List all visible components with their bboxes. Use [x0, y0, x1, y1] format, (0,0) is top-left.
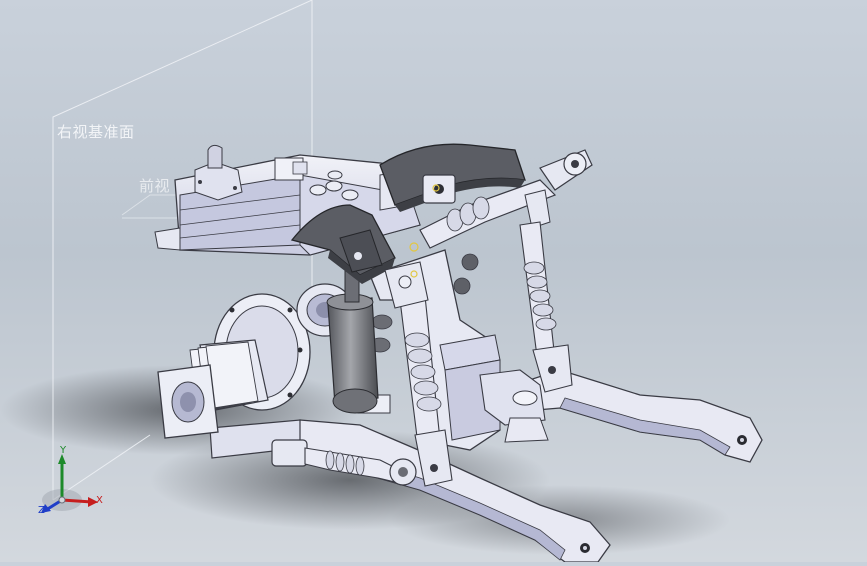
model-scene[interactable]	[0, 0, 867, 563]
axis-x-label: X	[96, 495, 103, 506]
right-lift-rod[interactable]	[519, 221, 573, 393]
axis-z-label: Z	[38, 505, 45, 516]
front-plane-label[interactable]: 前视	[139, 175, 170, 196]
axis-y-label: Y	[60, 445, 67, 456]
center-frame[interactable]	[357, 249, 549, 451]
3d-viewport[interactable]: 右视基准面 前视 Y X Z	[0, 0, 867, 563]
right-plane-label[interactable]: 右视基准面	[57, 121, 135, 142]
axis-triad: Y X Z	[32, 444, 112, 524]
